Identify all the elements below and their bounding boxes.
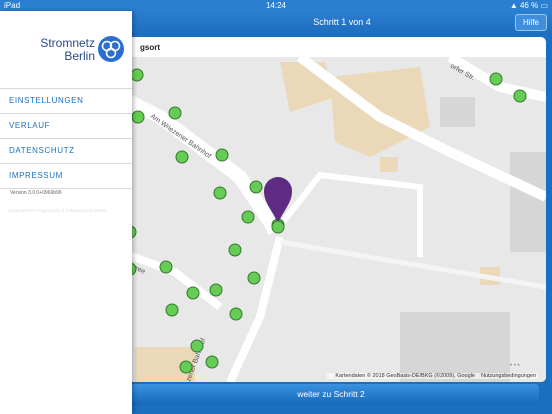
map-attribution: Kartendaten © 2018 GeoBasis-DE/BKG (©200… [327,373,538,379]
selected-station-marker [271,220,285,234]
legal-text: Vorgesehenes Impressum & Zulassungshinwe… [8,208,107,213]
version-label: Version 3.0.0+0966b96 [10,190,62,196]
station-marker [241,210,255,224]
more-icon: • • • [510,363,520,369]
station-marker [168,106,182,120]
map-view[interactable]: Am Wriezener Bahnhof Karree zener Bahnho… [120,52,546,382]
terms-link[interactable]: Nutzungsbedingungen [481,373,536,379]
menu-item-einstellungen[interactable]: EINSTELLUNGEN [0,88,132,113]
card-title: gsort [140,43,160,52]
menu-item-impressum[interactable]: IMPRESSUM [0,163,132,189]
station-marker [190,339,204,353]
building [400,312,510,382]
station-marker [249,180,263,194]
side-drawer: Stromnetz Berlin EINSTELLUNGEN VERLAUF D… [0,11,132,414]
station-marker [229,307,243,321]
step-title: Schritt 1 von 4 [313,17,371,27]
stromnetz-berlin-logo: Stromnetz Berlin [30,35,125,71]
station-marker [175,150,189,164]
station-marker [130,68,144,82]
station-marker [213,186,227,200]
station-marker [165,303,179,317]
help-button[interactable]: Hilfe [514,14,547,31]
location-card: gsort Am Wriezener Bahnhof Karree zener … [120,37,546,382]
next-step-button[interactable]: weiter zu Schritt 2 [123,384,539,405]
station-marker [186,286,200,300]
station-marker [131,110,145,124]
station-marker [513,89,527,103]
station-marker [228,243,242,257]
drawer-menu: EINSTELLUNGEN VERLAUF DATENSCHUTZ IMPRES… [0,88,132,189]
battery-label: ▲ 46 % ▭ [509,1,548,10]
station-marker [215,148,229,162]
station-marker [159,260,173,274]
station-marker [179,360,193,374]
station-marker [489,72,503,86]
logo-circles-icon [98,36,124,62]
building [440,97,475,127]
building [510,152,546,252]
clock: 14:24 [265,1,287,10]
menu-item-datenschutz[interactable]: DATENSCHUTZ [0,138,132,163]
station-marker [247,271,261,285]
map-canvas[interactable]: Am Wriezener Bahnhof Karree zener Bahnho… [120,52,546,382]
station-marker [209,283,223,297]
building [380,157,398,172]
station-marker [205,355,219,369]
logo-text: Stromnetz Berlin [40,36,95,63]
menu-item-verlauf[interactable]: VERLAUF [0,113,132,138]
status-bar: iPad 14:24 ▲ 46 % ▭ [0,0,552,11]
